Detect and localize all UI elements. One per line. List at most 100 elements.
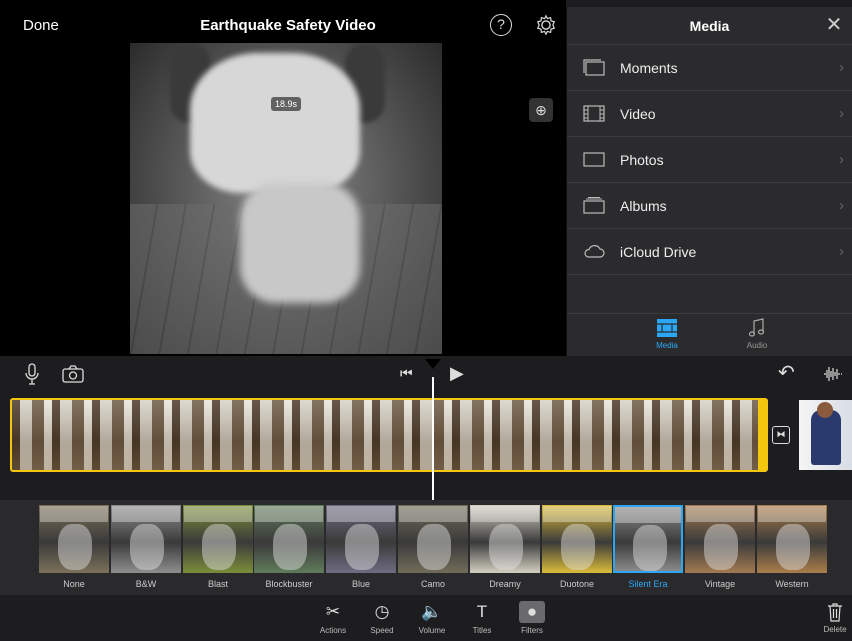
filter-blast[interactable]: Blast bbox=[183, 505, 253, 589]
tool-label: Delete bbox=[823, 625, 847, 634]
video-clip[interactable] bbox=[10, 398, 768, 472]
delete-button[interactable]: Delete bbox=[815, 601, 852, 634]
chevron-right-icon: › bbox=[839, 151, 844, 168]
filter-none[interactable]: None bbox=[39, 505, 109, 589]
playhead-line bbox=[432, 377, 434, 502]
speed-button[interactable]: ◷ Speed bbox=[362, 601, 402, 635]
cloud-icon bbox=[584, 245, 605, 258]
media-row-moments[interactable]: Moments › bbox=[567, 45, 852, 91]
tab-label: Media bbox=[656, 341, 678, 350]
titles-button[interactable]: T Titles bbox=[462, 601, 502, 635]
timeline[interactable]: ⧓ bbox=[0, 392, 852, 500]
moments-icon bbox=[583, 59, 605, 76]
filter-blockbuster[interactable]: Blockbuster bbox=[254, 505, 324, 589]
filter-thumbnail bbox=[254, 505, 324, 573]
media-row-label: Video bbox=[620, 106, 656, 122]
media-row-label: Albums bbox=[620, 198, 667, 214]
filter-thumbnail bbox=[470, 505, 540, 573]
filter-label: Western bbox=[775, 579, 809, 589]
duration-badge: 18.9s bbox=[271, 97, 302, 111]
filter-label: Silent Era bbox=[628, 579, 668, 589]
filter-thumbnail bbox=[111, 505, 181, 573]
filter-vintage[interactable]: Vintage bbox=[685, 505, 755, 589]
filter-label: Blue bbox=[351, 579, 370, 589]
filter-label: B&W bbox=[135, 579, 157, 589]
trash-icon bbox=[828, 603, 842, 622]
photo-frame-icon bbox=[583, 152, 605, 167]
top-bar: Done Earthquake Safety Video ? bbox=[0, 0, 566, 46]
bottom-toolbar: ✂ Actions ◷ Speed 🔈 Volume T Titles ● Fi… bbox=[0, 595, 852, 641]
media-tab-bar: Media Audio bbox=[567, 313, 852, 356]
speedometer-icon: ◷ bbox=[374, 602, 390, 621]
filter-strip: None B&W Blast Blockbuster Blue Camo Dreamy Duo… bbox=[0, 500, 852, 595]
undo-button[interactable]: ↶ bbox=[778, 360, 795, 385]
filter-thumbnail bbox=[398, 505, 468, 573]
media-grid-icon bbox=[657, 319, 677, 337]
help-button[interactable]: ? bbox=[490, 14, 512, 36]
filter-dreamy[interactable]: Dreamy bbox=[470, 505, 540, 589]
chevron-right-icon: › bbox=[839, 197, 844, 214]
filter-thumbnail bbox=[183, 505, 253, 573]
video-viewer: 18.9s ⊕ bbox=[0, 43, 566, 356]
skip-to-start-button[interactable]: ⏮ bbox=[400, 365, 413, 382]
filter-label: Duotone bbox=[559, 579, 595, 589]
filter-thumbnail bbox=[685, 505, 755, 573]
tool-label: Titles bbox=[472, 626, 492, 635]
tab-audio[interactable]: Audio bbox=[727, 318, 787, 350]
filter-label: Dreamy bbox=[489, 579, 521, 589]
filter-thumbnail bbox=[39, 505, 109, 573]
filter-label: Blast bbox=[207, 579, 228, 589]
chevron-right-icon: › bbox=[839, 243, 844, 260]
filter-label: Camo bbox=[420, 579, 445, 589]
filter-thumbnail bbox=[757, 505, 827, 573]
filter-duotone[interactable]: Duotone bbox=[542, 505, 612, 589]
filter-label: Blockbuster bbox=[265, 579, 313, 589]
media-row-label: Photos bbox=[620, 152, 664, 168]
actions-button[interactable]: ✂ Actions bbox=[313, 601, 353, 635]
chevron-right-icon: › bbox=[839, 59, 844, 76]
gear-icon[interactable] bbox=[535, 14, 557, 36]
filter-thumbnail bbox=[613, 505, 683, 573]
music-note-icon bbox=[748, 318, 765, 337]
speaker-icon: 🔈 bbox=[421, 602, 443, 621]
transition-icon[interactable]: ⧓ bbox=[772, 426, 790, 444]
close-icon[interactable]: ✕ bbox=[824, 15, 844, 35]
waveform-icon[interactable] bbox=[823, 365, 843, 383]
filter-thumbnail bbox=[542, 505, 612, 573]
media-row-icloud-drive[interactable]: iCloud Drive › bbox=[567, 229, 852, 275]
camera-icon[interactable] bbox=[62, 365, 84, 383]
filter-blue[interactable]: Blue bbox=[326, 505, 396, 589]
filter-label: Vintage bbox=[704, 579, 736, 589]
media-row-video[interactable]: Video › bbox=[567, 91, 852, 137]
media-row-photos[interactable]: Photos › bbox=[567, 137, 852, 183]
filter-western[interactable]: Western bbox=[757, 505, 827, 589]
titles-icon: T bbox=[476, 602, 488, 621]
zoom-in-icon[interactable]: ⊕ bbox=[529, 98, 553, 122]
playhead-marker bbox=[425, 359, 441, 369]
filter-silent-era[interactable]: Silent Era bbox=[613, 505, 683, 589]
filter-camo[interactable]: Camo bbox=[398, 505, 468, 589]
tool-label: Actions bbox=[319, 626, 347, 635]
tool-label: Filters bbox=[521, 626, 543, 635]
filter-thumbnail bbox=[326, 505, 396, 573]
media-panel: Media ✕ Moments › Video › Photos › Album… bbox=[566, 7, 852, 356]
filters-icon: ● bbox=[519, 601, 545, 623]
film-icon bbox=[583, 105, 605, 122]
filter-b-w[interactable]: B&W bbox=[111, 505, 181, 589]
media-header: Media ✕ bbox=[567, 7, 852, 45]
tool-label: Speed bbox=[370, 626, 394, 635]
tab-label: Audio bbox=[746, 341, 768, 350]
media-row-albums[interactable]: Albums › bbox=[567, 183, 852, 229]
media-title: Media bbox=[689, 18, 730, 34]
filters-button[interactable]: ● Filters bbox=[512, 601, 552, 635]
volume-button[interactable]: 🔈 Volume bbox=[412, 601, 452, 635]
video-preview[interactable] bbox=[130, 43, 442, 354]
microphone-icon[interactable] bbox=[25, 363, 39, 385]
play-button[interactable]: ▶ bbox=[450, 363, 464, 384]
media-row-label: Moments bbox=[620, 60, 678, 76]
next-clip-thumbnail[interactable] bbox=[799, 400, 852, 470]
tab-media[interactable]: Media bbox=[637, 318, 697, 350]
media-row-label: iCloud Drive bbox=[620, 244, 697, 260]
tool-label: Volume bbox=[418, 626, 446, 635]
scissors-icon: ✂ bbox=[325, 602, 341, 621]
